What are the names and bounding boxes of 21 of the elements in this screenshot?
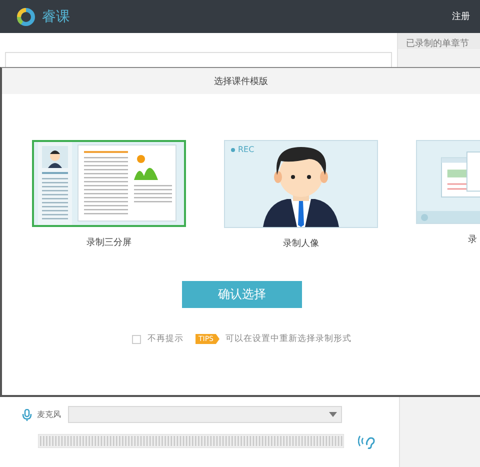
template-card[interactable]: REC — [224, 140, 378, 228]
dot-icon — [421, 214, 428, 221]
input-field[interactable] — [5, 52, 392, 67]
app-name: 睿课 — [42, 8, 70, 26]
microphone-label: 麦克风 — [37, 409, 61, 420]
checkbox[interactable] — [132, 334, 142, 344]
rec-badge: REC — [231, 145, 254, 154]
confirm-button[interactable]: 确认选择 — [182, 281, 302, 308]
ring-logo-icon — [16, 6, 36, 26]
checkbox-label: 不再提示 — [147, 333, 184, 345]
microphone-dropdown[interactable] — [68, 406, 342, 423]
template-label: 录制三分屏 — [86, 237, 132, 247]
tips-text: 可以在设置中重新选择录制形式 — [226, 333, 352, 345]
template-label: 录 — [467, 234, 478, 247]
panel-title: 已录制的单章节 — [398, 33, 480, 49]
register-link[interactable]: 注册 — [452, 10, 470, 23]
microphone-icon — [22, 408, 32, 420]
window-screen-drawing — [441, 151, 480, 198]
caret-icon — [329, 412, 337, 417]
ear-icon[interactable] — [358, 433, 376, 449]
dialog-title: 选择课件模版 — [214, 76, 268, 88]
